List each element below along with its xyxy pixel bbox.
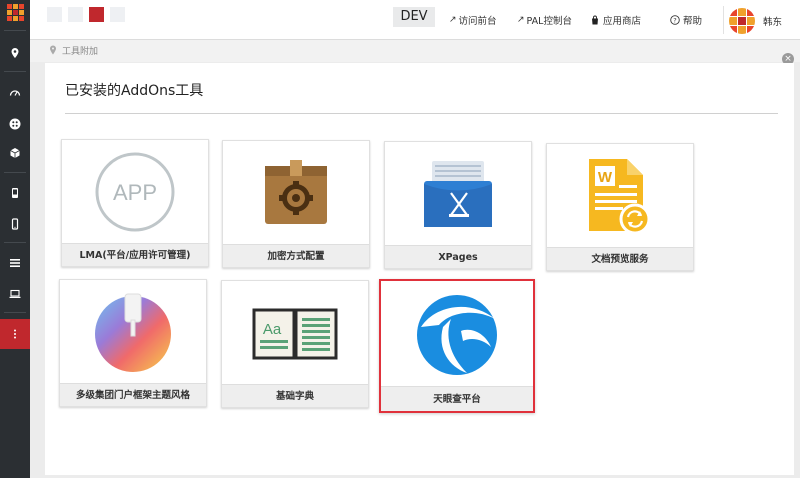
pal-console-label: PAL控制台: [526, 16, 572, 27]
toolbar-tab-placeholder[interactable]: [110, 7, 125, 22]
more-menu-icon[interactable]: [0, 319, 30, 349]
sidebar-divider: [4, 312, 26, 313]
addons-panel: 已安装的AddOns工具 APP LMA(平台/应用许可管理) 加密方式配置 X…: [45, 63, 794, 475]
dictionary-book-icon: Aa: [222, 281, 368, 384]
tool-card-label: 文档预览服务: [547, 247, 693, 270]
tool-card-label: 基础字典: [222, 384, 368, 407]
encryption-box-icon: [223, 141, 369, 244]
sidebar: [0, 0, 30, 478]
svg-text:APP: APP: [113, 180, 157, 205]
laptop-icon[interactable]: [0, 279, 30, 309]
help-link[interactable]: ? 帮助: [670, 13, 702, 27]
breadcrumb: 工具附加 ×: [30, 40, 800, 65]
environment-badge[interactable]: DEV: [393, 7, 435, 27]
list-icon[interactable]: [0, 248, 30, 278]
mobile-icon[interactable]: [0, 209, 30, 239]
title-divider: [65, 113, 778, 114]
toolbar-tab-placeholder[interactable]: [68, 7, 83, 22]
help-label: 帮助: [683, 16, 703, 27]
app-store-link[interactable]: 应用商店: [590, 13, 641, 27]
tool-card-lma[interactable]: APP LMA(平台/应用许可管理): [61, 139, 209, 267]
sidebar-divider: [4, 242, 26, 243]
dashboard-icon[interactable]: [0, 78, 30, 108]
device-icon[interactable]: [0, 178, 30, 208]
toolbar-tab-placeholder[interactable]: [47, 7, 62, 22]
sidebar-divider: [4, 71, 26, 72]
tianyancha-logo-icon: [381, 281, 533, 388]
tool-card-label: 天眼查平台: [381, 386, 533, 411]
app-logo[interactable]: [7, 4, 24, 21]
sidebar-divider: [4, 172, 26, 173]
user-name[interactable]: 韩东: [763, 14, 782, 28]
tool-card-label: 多级集团门户框架主题风格: [60, 383, 206, 406]
tool-card-doc-preview[interactable]: W 文档预览服务: [546, 143, 694, 271]
external-link-icon: ↗: [449, 15, 457, 25]
page-title: 已安装的AddOns工具: [65, 83, 204, 99]
sidebar-divider: [4, 30, 26, 31]
user-avatar[interactable]: [729, 8, 755, 34]
visit-frontend-link[interactable]: ↗ 访问前台: [449, 13, 497, 27]
apps-icon[interactable]: [0, 109, 30, 139]
svg-text:W: W: [598, 169, 613, 186]
store-bag-icon: [592, 15, 598, 25]
topbar-divider: [723, 6, 724, 34]
location-icon[interactable]: [0, 38, 30, 68]
top-bar: DEV ↗ 访问前台 ↗ PAL控制台 应用商店 ? 帮助 韩东: [30, 0, 800, 40]
lma-app-icon: APP: [62, 140, 208, 243]
app-store-label: 应用商店: [603, 16, 642, 27]
theme-palette-icon: [60, 280, 206, 383]
tool-card-xpages[interactable]: XPages: [384, 141, 532, 269]
svg-text:Aa: Aa: [263, 321, 282, 338]
tool-card-label: XPages: [385, 245, 531, 268]
xpages-icon: [385, 142, 531, 245]
breadcrumb-text: 工具附加: [62, 47, 99, 57]
tool-card-label: 加密方式配置: [223, 244, 369, 267]
location-pin-icon: [50, 45, 56, 55]
external-link-icon: ↗: [517, 15, 525, 25]
package-icon[interactable]: [0, 138, 30, 168]
toolbar-tab-active[interactable]: [89, 7, 104, 22]
tool-card-encryption[interactable]: 加密方式配置: [222, 140, 370, 268]
pal-console-link[interactable]: ↗ PAL控制台: [517, 13, 572, 27]
doc-preview-icon: W: [547, 144, 693, 247]
tool-card-dictionary[interactable]: Aa 基础字典: [221, 280, 369, 408]
help-icon: ?: [670, 15, 680, 25]
tool-card-portal-theme[interactable]: 多级集团门户框架主题风格: [59, 279, 207, 407]
visit-frontend-label: 访问前台: [458, 16, 497, 27]
svg-text:?: ?: [673, 16, 676, 24]
tool-card-tianyancha[interactable]: 天眼查平台: [379, 279, 535, 413]
tool-card-label: LMA(平台/应用许可管理): [62, 243, 208, 266]
